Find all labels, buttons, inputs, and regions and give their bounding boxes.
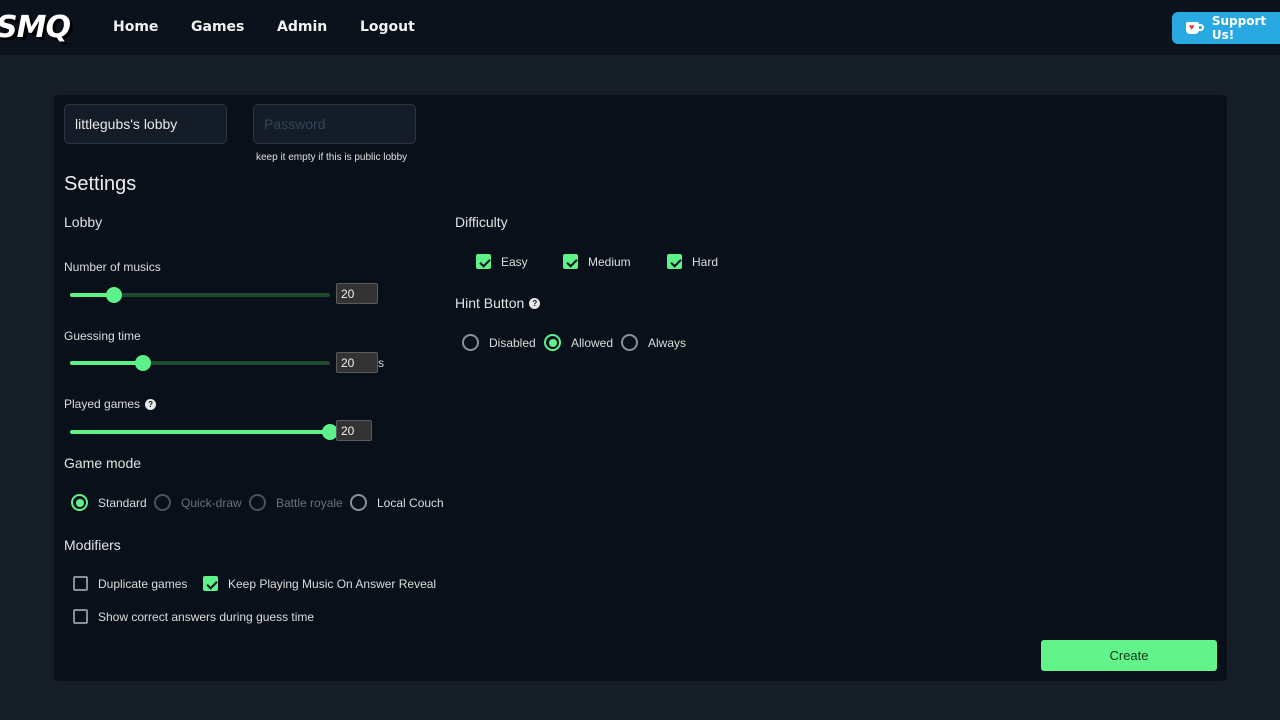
modifier-keep-playing-music[interactable]: Keep Playing Music On Answer Reveal [203,576,436,591]
played-games-input[interactable] [336,420,372,441]
nav-logout[interactable]: Logout [360,19,415,35]
nav-games[interactable]: Games [191,19,244,35]
hint-disabled[interactable]: Disabled [462,334,536,351]
create-button[interactable]: Create [1041,640,1217,671]
help-icon[interactable]: ? [145,398,157,410]
radio-icon[interactable] [350,494,367,511]
password-input[interactable] [253,104,416,144]
help-icon[interactable]: ? [529,297,541,309]
checkbox-icon[interactable] [73,609,88,624]
difficulty-medium[interactable]: Medium [563,254,631,269]
create-lobby-panel: keep it empty if this is public lobby Se… [54,95,1227,681]
played-games-label: Played games ? [64,397,157,411]
radio-icon[interactable] [462,334,479,351]
checkbox-icon[interactable] [73,576,88,591]
difficulty-easy[interactable]: Easy [476,254,528,269]
modifier-duplicate-games[interactable]: Duplicate games [73,576,187,591]
slider-thumb[interactable] [134,355,151,371]
support-us-button[interactable]: ♥ Support Us! [1172,12,1280,44]
difficulty-hard[interactable]: Hard [667,254,718,269]
radio-icon[interactable] [249,494,266,511]
modifiers-label: Modifiers [64,537,121,553]
game-mode-battle-royale[interactable]: Battle royale [249,494,343,511]
number-of-musics-input[interactable] [336,283,378,304]
coffee-cup-icon: ♥ [1186,22,1204,34]
radio-icon[interactable] [71,494,88,511]
played-games-slider[interactable] [70,424,338,440]
checkbox-icon[interactable] [667,254,682,269]
number-of-musics-label: Number of musics [64,260,161,274]
radio-icon[interactable] [621,334,638,351]
logo[interactable]: SMQ [0,10,71,45]
lobby-name-input[interactable] [64,104,227,144]
lobby-section-label: Lobby [64,214,103,230]
checkbox-icon[interactable] [203,576,218,591]
hint-button-label: Hint Button ? [455,295,541,311]
checkbox-icon[interactable] [563,254,578,269]
game-mode-quick-draw[interactable]: Quick-draw [154,494,242,511]
password-hint: keep it empty if this is public lobby [256,152,408,163]
game-mode-standard[interactable]: Standard [71,494,147,511]
hint-allowed[interactable]: Allowed [544,334,613,351]
game-mode-label: Game mode [64,455,142,471]
navbar: SMQ Home Games Admin Logout ♥ Support Us… [0,0,1280,55]
radio-icon[interactable] [154,494,171,511]
support-us-label: Support Us! [1211,14,1267,42]
guessing-time-input[interactable] [336,352,378,373]
hint-always[interactable]: Always [621,334,686,351]
guessing-time-unit: s [378,356,384,370]
settings-heading: Settings [64,173,137,195]
radio-icon[interactable] [544,334,561,351]
number-of-musics-slider[interactable] [70,287,330,303]
modifier-show-correct-answers[interactable]: Show correct answers during guess time [73,609,314,624]
guessing-time-slider[interactable] [70,355,330,371]
nav-home[interactable]: Home [113,19,158,35]
difficulty-label: Difficulty [455,214,508,230]
nav-admin[interactable]: Admin [277,19,327,35]
checkbox-icon[interactable] [476,254,491,269]
game-mode-local-couch[interactable]: Local Couch [350,494,444,511]
slider-thumb[interactable] [106,287,123,303]
guessing-time-label: Guessing time [64,329,141,343]
